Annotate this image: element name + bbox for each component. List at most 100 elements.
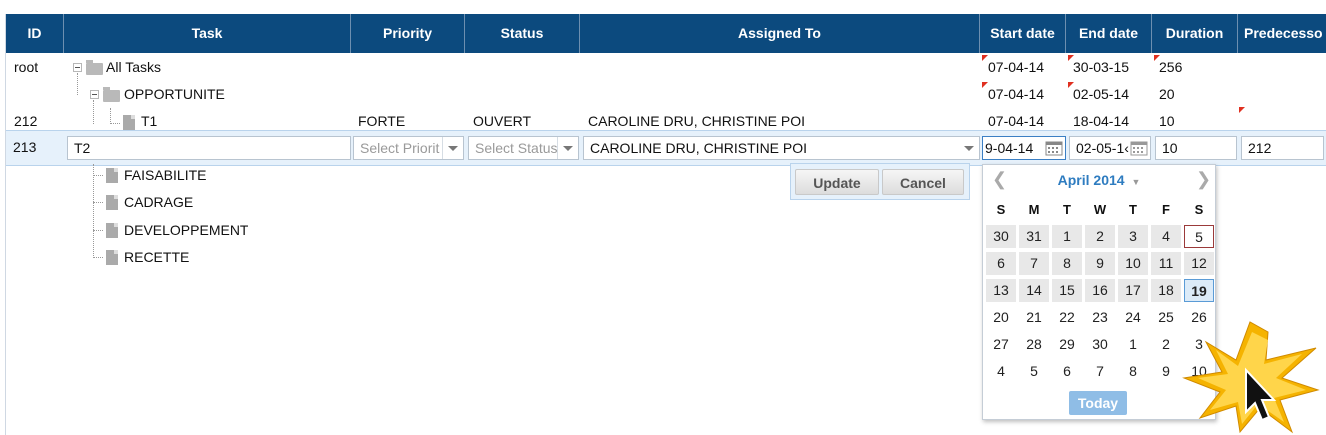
- dropdown-arrow-icon[interactable]: [557, 137, 578, 159]
- col-header-duration[interactable]: Duration: [1152, 14, 1238, 53]
- tree-line: [77, 73, 78, 95]
- calendar-day[interactable]: 31: [1019, 225, 1049, 248]
- calendar-day[interactable]: 21: [1019, 306, 1049, 329]
- calendar-day[interactable]: 24: [1118, 306, 1148, 329]
- calendar-icon[interactable]: [1129, 138, 1149, 158]
- row-edit-actions: Update Cancel: [790, 163, 970, 200]
- predecessor-input[interactable]: 212: [1241, 136, 1324, 160]
- collapse-icon[interactable]: [73, 63, 82, 72]
- priority-select[interactable]: Select Priorit: [353, 136, 464, 160]
- calendar-day[interactable]: 10: [1118, 252, 1148, 275]
- calendar-day[interactable]: 4: [1151, 225, 1181, 248]
- tree-item-label: DEVELOPPEMENT: [124, 222, 249, 238]
- col-header-end-date[interactable]: End date: [1066, 14, 1152, 53]
- calendar-day[interactable]: 8: [1118, 360, 1148, 383]
- edit-row[interactable]: 213 T2 Select Priorit Select Status CARO…: [6, 130, 1326, 166]
- calendar-day[interactable]: 28: [1019, 333, 1049, 356]
- chevron-down-icon: ▼: [1131, 177, 1141, 187]
- status-select[interactable]: Select Status: [468, 136, 579, 160]
- col-header-priority[interactable]: Priority: [351, 14, 465, 53]
- calendar-day[interactable]: 22: [1052, 306, 1082, 329]
- col-header-status[interactable]: Status: [465, 14, 580, 53]
- status-select-placeholder: Select Status: [475, 140, 558, 156]
- calendar-day[interactable]: 3: [1118, 225, 1148, 248]
- calendar-header: ❮ April 2014 ▼ ❯: [983, 165, 1215, 195]
- click-highlight-icon: [1182, 321, 1320, 434]
- calendar-day[interactable]: 5: [1184, 225, 1214, 248]
- calendar-day[interactable]: 1: [1118, 333, 1148, 356]
- col-header-id[interactable]: ID: [6, 14, 64, 53]
- calendar-day[interactable]: 20: [986, 306, 1016, 329]
- tree-line: [110, 108, 111, 124]
- calendar-day[interactable]: 23: [1085, 306, 1115, 329]
- collapse-icon[interactable]: [90, 90, 99, 99]
- calendar-icon[interactable]: [1044, 138, 1064, 158]
- month-selector[interactable]: April 2014 ▼: [983, 172, 1215, 188]
- calendar-day[interactable]: 1: [1052, 225, 1082, 248]
- calendar-day[interactable]: 5: [1019, 360, 1049, 383]
- row-id: root: [14, 59, 39, 75]
- row-task: All Tasks: [106, 59, 161, 75]
- end-date-value: 02-05-1‹: [1076, 140, 1129, 156]
- assigned-to-value: CAROLINE DRU, CHRISTINE POI: [590, 140, 808, 156]
- calendar-day[interactable]: 17: [1118, 279, 1148, 302]
- tree-item-label: RECETTE: [124, 249, 190, 265]
- duration-input[interactable]: 10: [1155, 136, 1237, 160]
- dropdown-arrow-icon[interactable]: [959, 137, 979, 159]
- calendar-day[interactable]: 29: [1052, 333, 1082, 356]
- document-icon: [106, 195, 118, 210]
- task-name-input[interactable]: T2: [67, 136, 351, 160]
- calendar-day[interactable]: 19: [1184, 279, 1214, 302]
- calendar-day[interactable]: 30: [1085, 333, 1115, 356]
- calendar-day[interactable]: 12: [1184, 252, 1214, 275]
- weekday-label: W: [1093, 202, 1107, 217]
- calendar-day[interactable]: 16: [1085, 279, 1115, 302]
- calendar-day[interactable]: 6: [986, 252, 1016, 275]
- grid-header: ID Task Priority Status Assigned To Star…: [6, 14, 1326, 53]
- col-header-start-date[interactable]: Start date: [980, 14, 1066, 53]
- edit-row-id: 213: [13, 139, 37, 155]
- table-row[interactable]: OPPORTUNITE 07-04-14 02-05-14 20: [6, 73, 1326, 108]
- calendar-day[interactable]: 6: [1052, 360, 1082, 383]
- tree-item-label: CADRAGE: [124, 194, 194, 210]
- end-date-input[interactable]: 02-05-1‹: [1069, 136, 1151, 160]
- weekday-label: F: [1162, 202, 1170, 217]
- calendar-day[interactable]: 9: [1085, 252, 1115, 275]
- cancel-button[interactable]: Cancel: [882, 169, 964, 195]
- tree-line: [93, 175, 103, 176]
- row-end-date: 02-05-14: [1073, 86, 1130, 102]
- calendar-day[interactable]: 2: [1085, 225, 1115, 248]
- calendar-day[interactable]: 7: [1085, 360, 1115, 383]
- today-button[interactable]: Today: [1069, 391, 1127, 415]
- calendar-day[interactable]: 30: [986, 225, 1016, 248]
- calendar-day[interactable]: 7: [1019, 252, 1049, 275]
- weekday-label: T: [1063, 202, 1071, 217]
- document-icon: [106, 168, 118, 183]
- tree-line: [93, 257, 103, 258]
- col-header-task[interactable]: Task: [64, 14, 351, 53]
- document-icon: [123, 115, 135, 130]
- calendar-day[interactable]: 13: [986, 279, 1016, 302]
- weekday-label: M: [1028, 202, 1040, 217]
- dropdown-arrow-icon[interactable]: [442, 137, 463, 159]
- calendar-day[interactable]: 4: [986, 360, 1016, 383]
- folder-icon: [103, 87, 120, 102]
- calendar-day[interactable]: 27: [986, 333, 1016, 356]
- tree-line: [110, 123, 120, 124]
- col-header-assigned[interactable]: Assigned To: [580, 14, 980, 53]
- col-header-predecessor[interactable]: Predecesso: [1238, 14, 1326, 53]
- weekday-label: S: [1194, 202, 1204, 217]
- tree-line: [93, 230, 103, 231]
- calendar-day[interactable]: 14: [1019, 279, 1049, 302]
- start-date-value: 9-04-14: [985, 140, 1034, 156]
- calendar-day[interactable]: 18: [1151, 279, 1181, 302]
- next-month-button[interactable]: ❯: [1196, 169, 1211, 190]
- calendar-day[interactable]: 8: [1052, 252, 1082, 275]
- start-date-input[interactable]: 9-04-14: [982, 136, 1066, 160]
- assigned-to-select[interactable]: CAROLINE DRU, CHRISTINE POI: [583, 136, 980, 160]
- calendar-day[interactable]: 11: [1151, 252, 1181, 275]
- row-end-date: 30-03-15: [1073, 59, 1130, 75]
- update-button[interactable]: Update: [795, 169, 879, 195]
- calendar-day[interactable]: 15: [1052, 279, 1082, 302]
- table-row[interactable]: root All Tasks 07-04-14 30-03-15 256: [6, 54, 1326, 81]
